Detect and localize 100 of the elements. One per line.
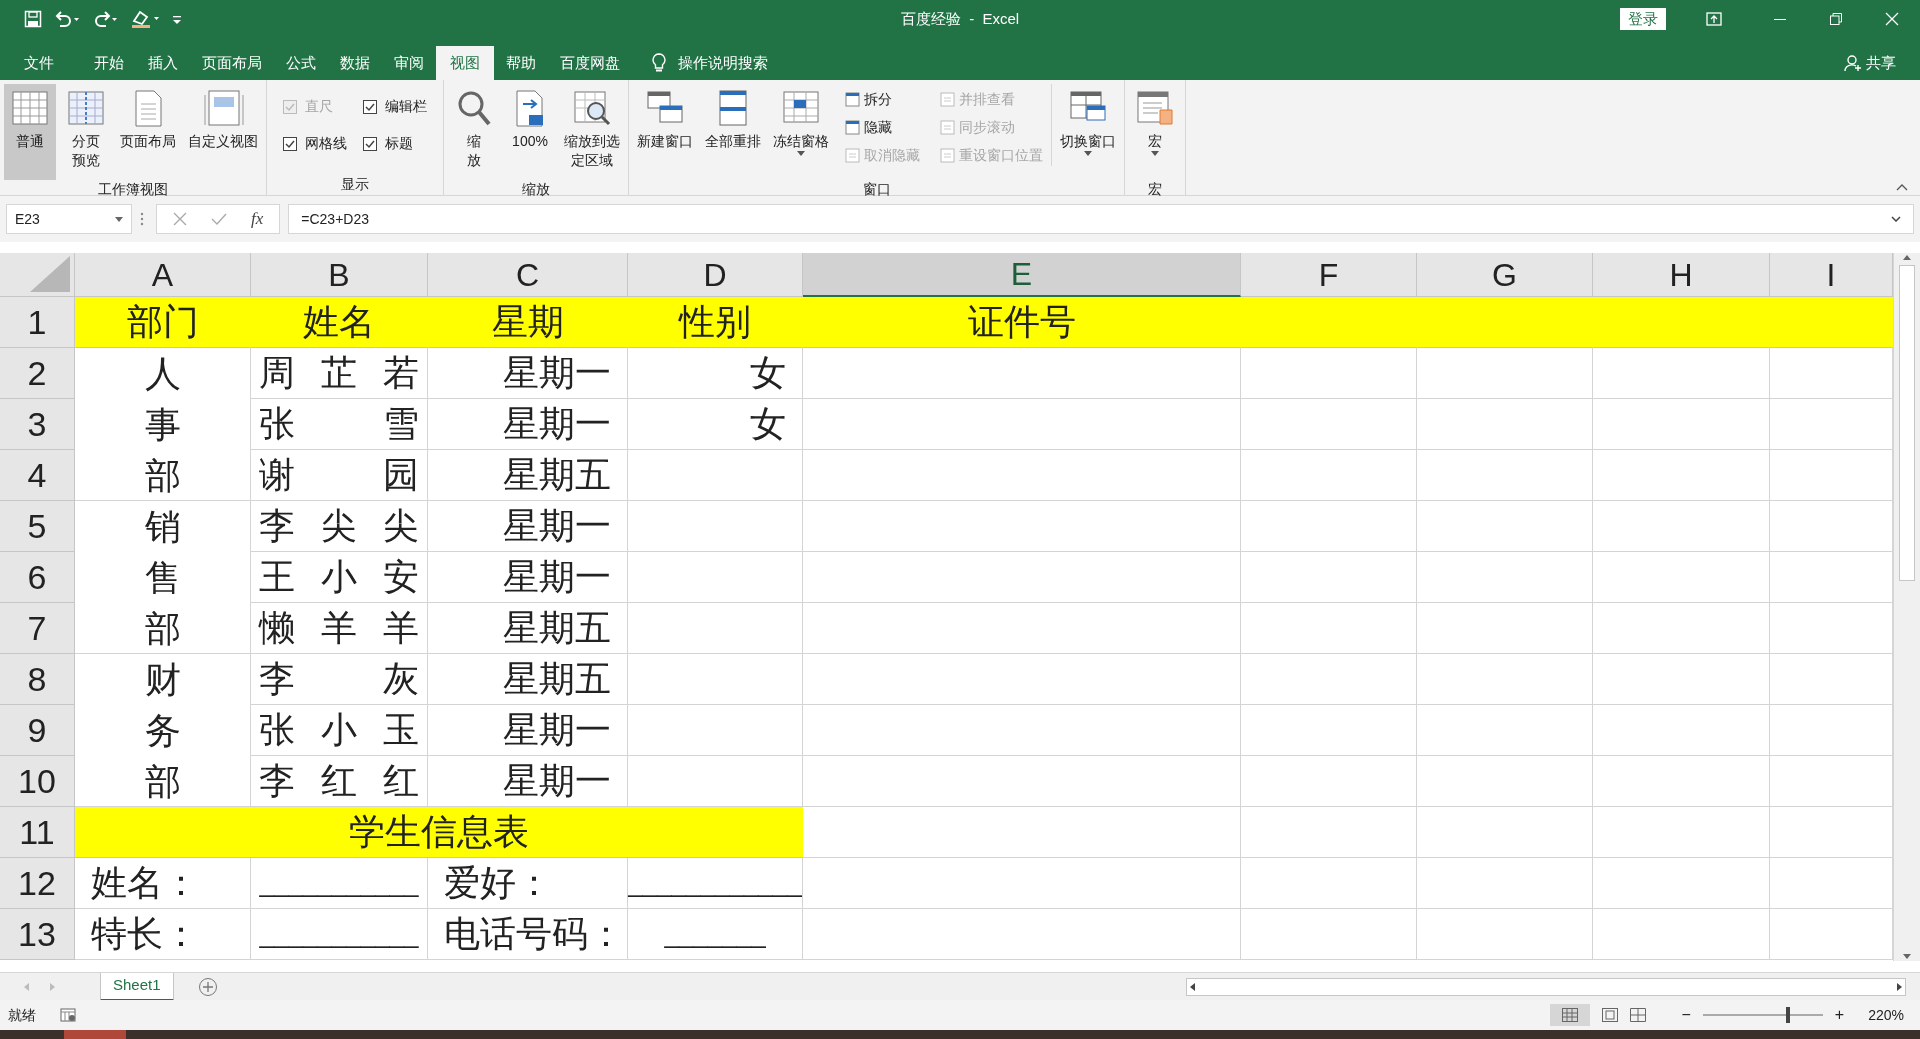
table-cell: 星期一 <box>428 552 628 603</box>
ribbon-button[interactable]: 切换窗口 <box>1056 84 1120 180</box>
row-header[interactable]: 1 <box>0 297 75 348</box>
table-cell: 星期一 <box>428 501 628 552</box>
check-icon[interactable] <box>211 212 227 226</box>
column-header[interactable]: I <box>1770 253 1893 297</box>
ribbon-tab[interactable]: 页面布局 <box>190 46 274 80</box>
column-header[interactable]: H <box>1593 253 1770 297</box>
table-cell: 李尖尖 <box>251 501 428 552</box>
paint-brush-icon[interactable] <box>130 9 160 29</box>
ribbon-button[interactable]: 缩放到选定区域 <box>560 84 624 180</box>
lightbulb-icon[interactable] <box>652 53 666 73</box>
group-label: 窗口 <box>861 180 892 198</box>
customize-caret-icon[interactable] <box>172 13 182 25</box>
ribbon-button[interactable]: 隐藏 <box>845 116 920 138</box>
page-break-view-icon[interactable] <box>1629 1008 1646 1022</box>
row-header[interactable]: 6 <box>0 552 75 603</box>
column-header[interactable]: A <box>75 253 251 297</box>
row-header[interactable]: 4 <box>0 450 75 501</box>
ribbon-tab[interactable]: 开始 <box>82 46 136 80</box>
ribbon-tab[interactable]: 数据 <box>328 46 382 80</box>
row-header[interactable]: 8 <box>0 654 75 705</box>
insert-function-button[interactable]: fx <box>251 206 264 232</box>
login-button[interactable]: 登录 <box>1620 8 1666 30</box>
table-cell: 爱好： <box>428 858 628 909</box>
tell-me-search[interactable]: 操作说明搜索 <box>678 51 768 75</box>
ribbon-button[interactable]: 页面布局 <box>116 84 180 180</box>
grid-view-icon[interactable] <box>1561 1008 1578 1022</box>
ribbon-tab[interactable]: 公式 <box>274 46 328 80</box>
ribbon-button[interactable]: 新建窗口 <box>633 84 697 180</box>
table-cell: 星期五 <box>428 654 628 705</box>
macro-record-icon[interactable] <box>60 1008 76 1022</box>
close-icon[interactable] <box>1885 12 1899 26</box>
ribbon-tab[interactable]: 插入 <box>136 46 190 80</box>
row-header[interactable]: 5 <box>0 501 75 552</box>
checkbox[interactable]: 标题 <box>363 133 427 154</box>
row-header[interactable]: 2 <box>0 348 75 399</box>
drag-handle-icon[interactable] <box>140 212 144 226</box>
table-cell: 销售部 <box>75 501 251 654</box>
ribbon-button[interactable]: 拆分 <box>845 88 920 110</box>
row-header[interactable]: 9 <box>0 705 75 756</box>
ribbon-tab[interactable]: 视图 <box>436 46 494 80</box>
ribbon-tab[interactable]: 百度网盘 <box>548 46 632 80</box>
horizontal-scrollbar[interactable] <box>1186 977 1906 996</box>
zoom-thumb[interactable] <box>1785 1007 1790 1023</box>
ribbon-button[interactable]: 缩放 <box>448 84 500 180</box>
column-header[interactable]: E <box>803 253 1241 297</box>
ribbon-display-icon[interactable] <box>1706 12 1722 26</box>
table-cell: ___________ <box>251 858 428 909</box>
column-header[interactable]: B <box>251 253 428 297</box>
save-icon[interactable] <box>24 10 42 28</box>
ribbon-button[interactable]: 自定义视图 <box>184 84 262 180</box>
ribbon-button[interactable]: 分页预览 <box>60 84 112 180</box>
row-header[interactable]: 12 <box>0 858 75 909</box>
scroll-thumb[interactable] <box>1899 265 1915 581</box>
table-cell: 部门 <box>75 297 251 348</box>
zoom-in-button[interactable]: + <box>1834 1003 1845 1027</box>
scroll-down-icon[interactable] <box>1902 953 1912 961</box>
ribbon-button[interactable]: 100% <box>504 84 556 180</box>
page-layout-view-icon[interactable] <box>1601 1008 1618 1022</box>
table-cell: 星期一 <box>428 348 628 399</box>
page-grid-icon <box>65 88 107 128</box>
row-header[interactable]: 7 <box>0 603 75 654</box>
name-box[interactable]: E23 <box>6 204 132 234</box>
sheet-tab[interactable]: Sheet1 <box>100 972 174 1001</box>
row-header[interactable]: 11 <box>0 807 75 858</box>
redo-icon[interactable] <box>92 10 118 28</box>
checkbox[interactable]: 编辑栏 <box>363 96 427 117</box>
ribbon-button[interactable]: 全部重排 <box>701 84 765 180</box>
ribbon-button[interactable]: 宏 <box>1129 84 1181 180</box>
ribbon-tab[interactable]: 帮助 <box>494 46 548 80</box>
ribbon-button[interactable]: 冻结窗格 <box>769 84 833 180</box>
row-header[interactable]: 10 <box>0 756 75 807</box>
vertical-scrollbar[interactable] <box>1893 253 1920 961</box>
window-pane-icon <box>940 119 955 135</box>
add-sheet-icon[interactable] <box>197 976 218 997</box>
table-cell: 星期一 <box>428 705 628 756</box>
row-header[interactable]: 3 <box>0 399 75 450</box>
column-header[interactable]: F <box>1241 253 1417 297</box>
column-header[interactable]: G <box>1417 253 1593 297</box>
restore-icon[interactable] <box>1830 13 1842 25</box>
share-button[interactable]: 共享 <box>1844 46 1896 80</box>
table-cell: 电话号码： <box>428 909 628 960</box>
collapse-ribbon-icon[interactable] <box>1896 183 1908 191</box>
grid-icon <box>9 88 51 128</box>
window-pane-icon <box>845 119 860 135</box>
ribbon-tab[interactable]: 文件 <box>12 46 66 80</box>
scroll-up-icon[interactable] <box>1902 253 1912 261</box>
column-header[interactable]: D <box>628 253 803 297</box>
zoom-out-button[interactable]: − <box>1681 1003 1691 1027</box>
formula-input[interactable]: =C23+D23 <box>288 204 1914 234</box>
ribbon-button[interactable]: 普通 <box>4 84 56 180</box>
table-cell: 性别 <box>628 297 803 348</box>
table-cell: 谢园 <box>251 450 428 501</box>
column-header[interactable]: C <box>428 253 628 297</box>
undo-icon[interactable] <box>54 10 80 28</box>
row-header[interactable]: 13 <box>0 909 75 960</box>
ribbon-tab[interactable]: 审阅 <box>382 46 436 80</box>
table-cell: 李灰 <box>251 654 428 705</box>
checkbox[interactable]: 网格线 <box>283 133 347 154</box>
